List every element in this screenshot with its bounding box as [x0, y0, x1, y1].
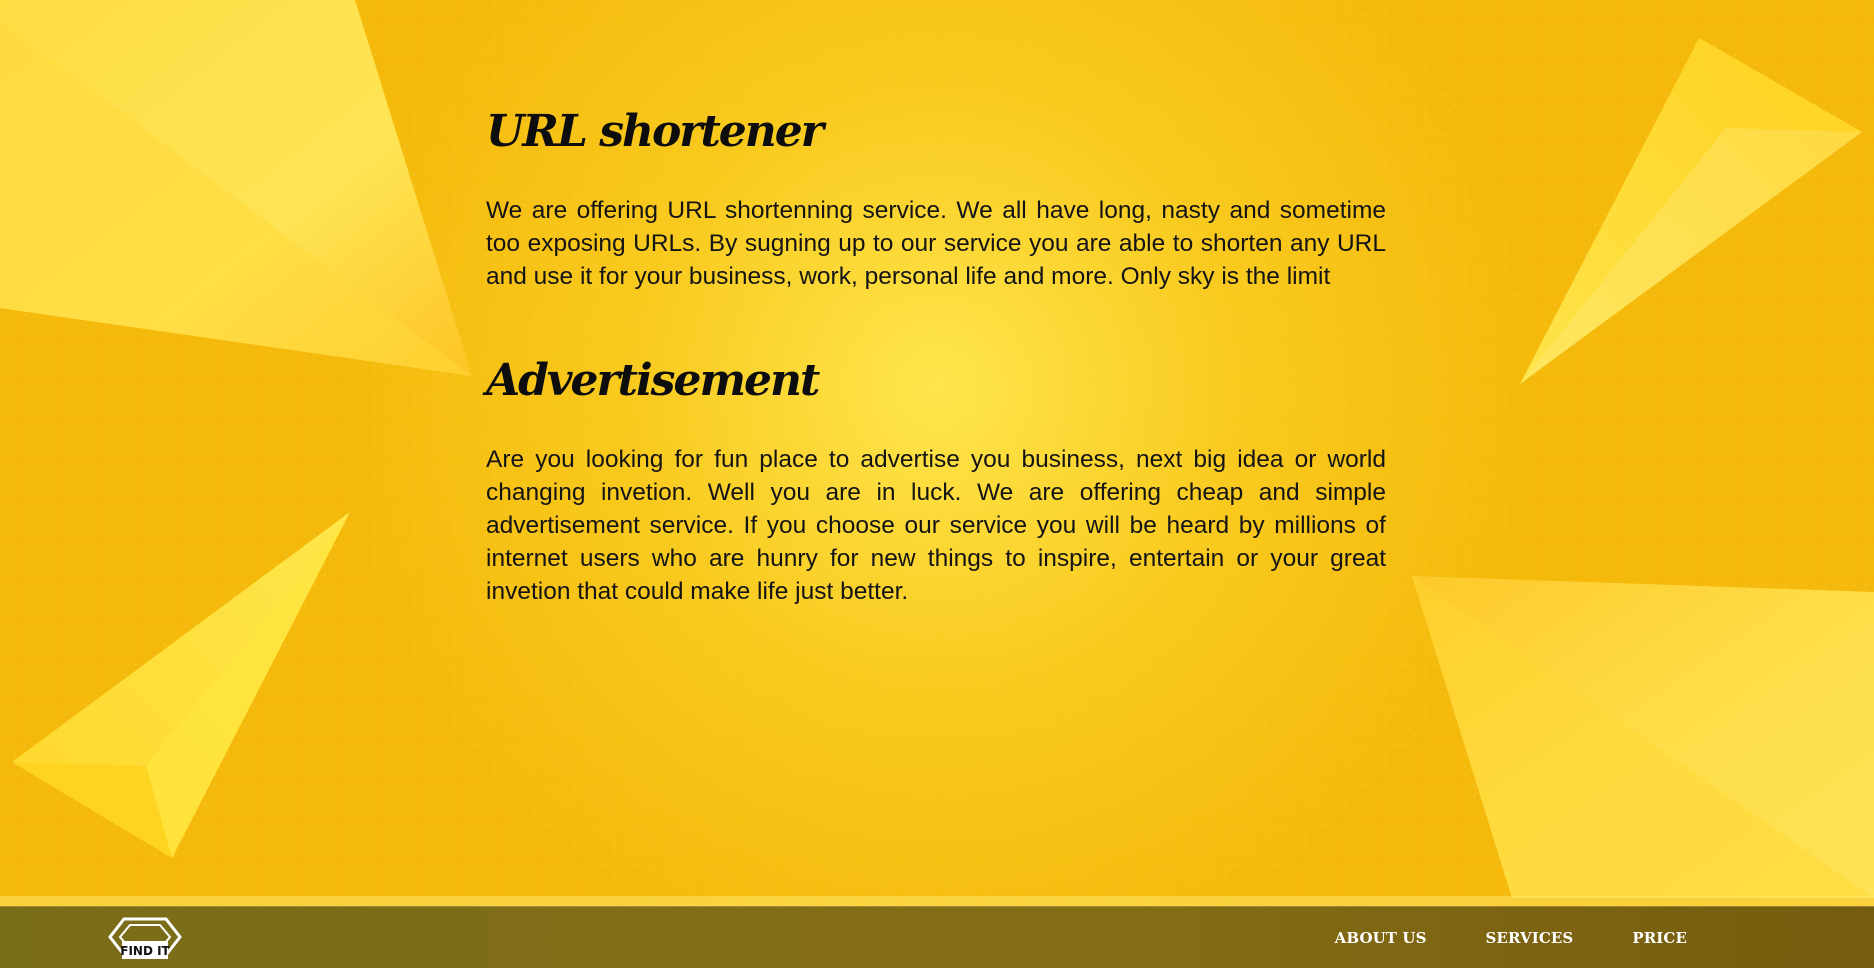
- section-url-shortener: URL shortener We are offering URL shorte…: [486, 100, 1386, 293]
- section-title-advertisement: Advertisement: [486, 355, 820, 406]
- nav-price[interactable]: PRICE: [1632, 929, 1687, 947]
- section-text-url-shortener: We are offering URL shortenning service.…: [486, 197, 1386, 290]
- logo-text: FIND IT: [120, 944, 170, 958]
- hexagon-logo-icon: FIND IT: [108, 917, 182, 959]
- section-text-advertisement: Are you looking for fun place to adverti…: [486, 446, 1386, 605]
- logo[interactable]: FIND IT: [108, 917, 182, 961]
- nav-about-us[interactable]: ABOUT US: [1335, 929, 1427, 947]
- section-title-url-shortener: URL shortener: [486, 106, 824, 157]
- section-advertisement: Advertisement Are you looking for fun pl…: [486, 349, 1386, 608]
- nav-services[interactable]: SERVICES: [1486, 929, 1574, 947]
- footer-bar: FIND IT ABOUT US SERVICES PRICE: [0, 906, 1874, 968]
- main-content: URL shortener We are offering URL shorte…: [486, 100, 1386, 608]
- footer-nav: ABOUT US SERVICES PRICE: [1276, 907, 1687, 968]
